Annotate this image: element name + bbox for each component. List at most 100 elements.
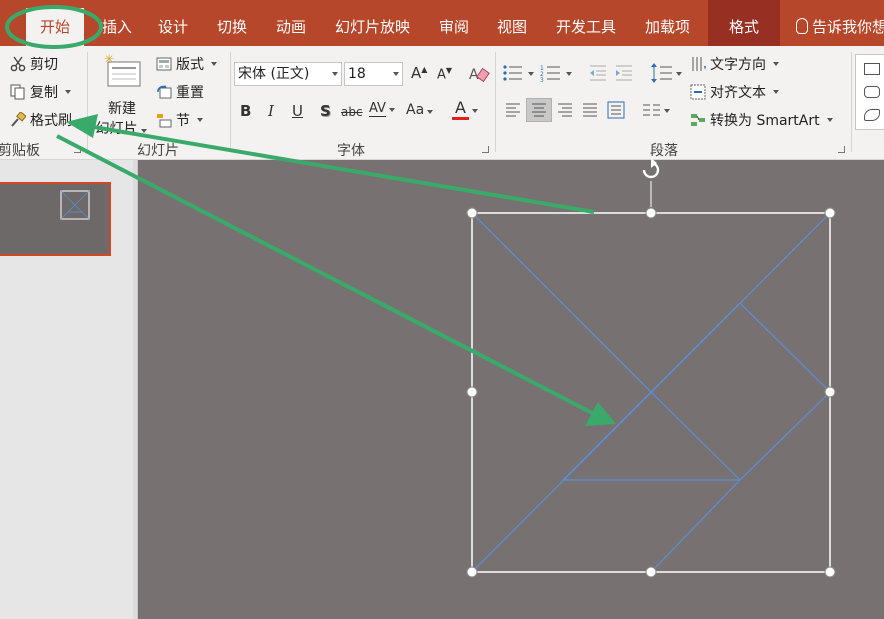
shape-wave-icon[interactable]	[864, 109, 880, 121]
align-center-button[interactable]	[526, 98, 552, 122]
tab-insert[interactable]: 插入	[102, 0, 132, 46]
ribbon-tab-bar: 开始 插入 设计 切换 动画 幻灯片放映 审阅 视图 开发工具 加载项 格式 告…	[0, 0, 884, 46]
font-launcher-icon[interactable]	[482, 146, 489, 153]
text-direction-icon	[692, 57, 706, 71]
chevron-down-icon	[773, 90, 779, 94]
chevron-down-icon	[197, 118, 203, 122]
change-case-label: Aa	[406, 102, 425, 118]
copy-label: 复制	[30, 85, 58, 101]
section-label: 节	[176, 113, 190, 129]
italic-button[interactable]: I	[268, 102, 274, 120]
align-text-button[interactable]: 对齐文本	[690, 82, 779, 102]
font-color-button[interactable]: A	[452, 98, 478, 120]
layout-button[interactable]: 版式	[156, 54, 217, 74]
section-button[interactable]: 节	[156, 110, 203, 130]
tab-review[interactable]: 审阅	[439, 0, 469, 46]
tab-design[interactable]: 设计	[158, 0, 188, 46]
grow-font-label: A	[411, 64, 422, 82]
clipboard-launcher-icon[interactable]	[74, 146, 81, 153]
tab-developer[interactable]: 开发工具	[556, 0, 616, 46]
font-name-combo[interactable]: 宋体 (正文)	[234, 62, 342, 86]
shape-rounded-rect-icon[interactable]	[864, 86, 880, 98]
font-color-label: A	[452, 99, 469, 120]
align-right-icon[interactable]	[557, 102, 573, 118]
paragraph-group-label: 段落	[650, 143, 678, 159]
tab-addins[interactable]: 加载项	[645, 0, 690, 46]
tab-animations[interactable]: 动画	[276, 0, 306, 46]
reset-icon	[157, 85, 172, 99]
ribbon-home: 剪切 复制 格式刷 剪贴板 ✳ 新建 幻灯片 版式 重置 节 幻灯片 宋体 (正…	[0, 46, 884, 160]
columns-icon[interactable]	[642, 102, 672, 118]
strikethrough-button[interactable]: abc	[341, 105, 363, 119]
chevron-down-icon	[773, 62, 779, 66]
font-group-label: 字体	[337, 143, 365, 159]
justify-icon[interactable]	[582, 102, 598, 118]
clipboard-group-label: 剪贴板	[0, 143, 40, 159]
change-case-button[interactable]: Aa	[406, 102, 434, 118]
tell-me-box[interactable]: 告诉我你想	[796, 0, 884, 46]
tab-view[interactable]: 视图	[497, 0, 527, 46]
slide-canvas[interactable]	[139, 161, 884, 619]
shapes-gallery[interactable]	[855, 54, 884, 130]
bullets-icon[interactable]	[502, 64, 536, 82]
group-divider	[230, 52, 231, 152]
grow-font-button[interactable]: A▲	[411, 64, 427, 82]
slide-thumbnail-pane	[0, 160, 138, 619]
new-slide-label-bottom-row: 幻灯片	[93, 118, 149, 138]
char-spacing-label: AV	[369, 101, 386, 117]
text-direction-label: 文字方向	[710, 57, 766, 73]
new-slide-label-top: 新建	[108, 101, 136, 117]
tab-transitions[interactable]: 切换	[217, 0, 247, 46]
chevron-down-icon	[211, 62, 217, 66]
shrink-font-button[interactable]: A▼	[437, 66, 452, 82]
shape-rectangle-icon[interactable]	[864, 63, 880, 75]
thumbnail-scrollbar[interactable]	[133, 160, 137, 619]
distributed-icon[interactable]	[607, 101, 625, 119]
align-left-icon[interactable]	[505, 102, 521, 118]
reset-button[interactable]: 重置	[156, 82, 204, 102]
svg-text:3: 3	[540, 77, 544, 82]
new-slide-icon: ✳	[104, 52, 141, 87]
layout-icon	[156, 57, 172, 71]
decrease-indent-icon[interactable]	[588, 64, 608, 82]
char-spacing-button[interactable]: AV	[369, 101, 395, 117]
cut-label: 剪切	[30, 57, 58, 73]
bold-button[interactable]: B	[240, 102, 251, 120]
group-divider	[495, 52, 496, 152]
align-center-icon	[532, 103, 546, 117]
line-spacing-icon[interactable]	[650, 63, 684, 83]
format-painter-icon	[11, 112, 26, 127]
underline-button[interactable]: U	[292, 102, 303, 120]
numbering-icon[interactable]: 123	[540, 64, 574, 82]
font-name-value: 宋体 (正文)	[238, 66, 310, 82]
increase-indent-icon[interactable]	[614, 64, 634, 82]
tell-me-label: 告诉我你想	[812, 18, 884, 36]
text-shadow-button[interactable]: S	[320, 102, 331, 120]
reset-label: 重置	[176, 85, 204, 101]
lightbulb-icon	[796, 18, 808, 34]
chevron-down-icon	[65, 90, 71, 94]
tab-home[interactable]: 开始	[26, 8, 84, 46]
shrink-font-label: A	[437, 67, 446, 83]
svg-text:✳: ✳	[104, 54, 114, 66]
copy-icon	[10, 84, 25, 100]
new-slide-button[interactable]: ✳ 新建 幻灯片	[93, 52, 149, 138]
text-direction-button[interactable]: 文字方向	[690, 54, 779, 74]
group-divider	[851, 52, 852, 152]
chevron-down-icon	[471, 109, 478, 113]
align-text-label: 对齐文本	[710, 85, 766, 101]
tab-shape-format[interactable]: 格式	[708, 0, 780, 46]
slide-thumbnail-preview	[60, 190, 90, 220]
convert-smartart-button[interactable]: 转换为 SmartArt	[690, 110, 833, 130]
copy-button[interactable]: 复制	[10, 82, 71, 102]
slide-thumbnail[interactable]	[0, 182, 111, 256]
cut-button[interactable]: 剪切	[10, 54, 58, 74]
scissors-icon	[10, 56, 26, 72]
format-painter-button[interactable]: 格式刷	[10, 110, 72, 130]
slides-group-label: 幻灯片	[137, 143, 179, 159]
paragraph-launcher-icon[interactable]	[838, 146, 845, 153]
chevron-down-icon	[427, 110, 434, 114]
clear-formatting-icon[interactable]: A	[468, 64, 490, 84]
tab-slideshow[interactable]: 幻灯片放映	[335, 0, 410, 46]
font-size-combo[interactable]: 18	[344, 62, 403, 86]
